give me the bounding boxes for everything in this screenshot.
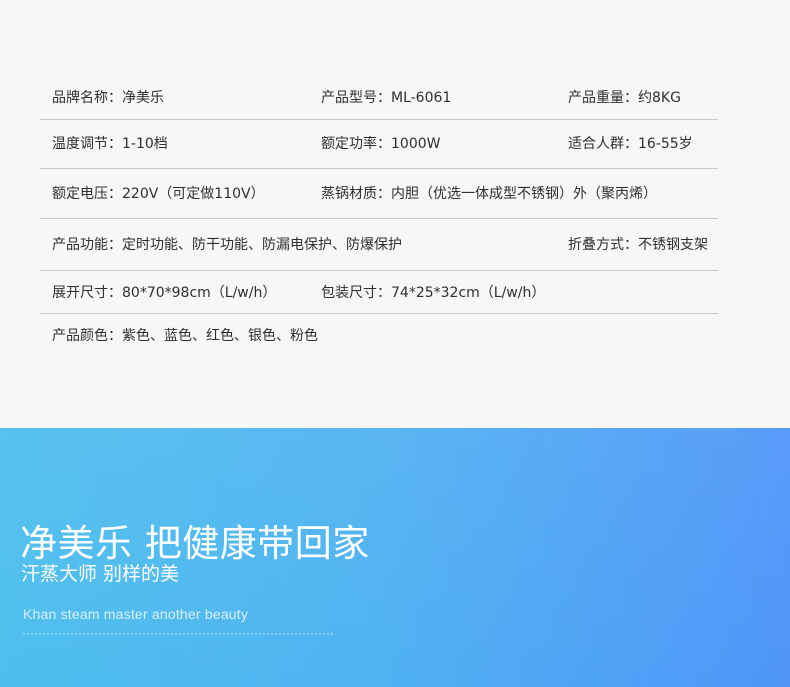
- audience-spec: 适合人群：16-55岁: [568, 136, 693, 152]
- folding-spec: 折叠方式：不锈钢支架: [568, 237, 708, 253]
- product-specifications: 品牌名称：净美乐 产品型号：ML-6061 产品重量：约8KG 温度调节：1-1…: [0, 0, 790, 428]
- voltage-spec: 额定电压：220V（可定做110V）: [52, 186, 265, 202]
- spec-divider: [40, 313, 718, 314]
- banner-subtitle: 汗蒸大师 别样的美: [21, 563, 180, 585]
- spec-row-colors: 产品颜色：紫色、蓝色、红色、银色、粉色: [0, 326, 790, 346]
- promotional-banner: 净美乐 把健康带回家 汗蒸大师 别样的美 Khan steam master a…: [0, 428, 790, 687]
- functions-spec: 产品功能：定时功能、防干功能、防漏电保护、防爆保护: [52, 237, 402, 253]
- brand-spec: 品牌名称：净美乐: [52, 90, 164, 106]
- power-spec: 额定功率：1000W: [321, 136, 441, 152]
- banner-english-tagline: Khan steam master another beauty: [23, 606, 249, 622]
- spec-row-functions-folding: 产品功能：定时功能、防干功能、防漏电保护、防爆保护 折叠方式：不锈钢支架: [0, 235, 790, 255]
- weight-spec: 产品重量：约8KG: [568, 90, 681, 106]
- spec-row-sizes: 展开尺寸：80*70*98cm（L/w/h） 包装尺寸：74*25*32cm（L…: [0, 283, 790, 303]
- colors-spec: 产品颜色：紫色、蓝色、红色、银色、粉色: [52, 328, 318, 344]
- unfolded-size-spec: 展开尺寸：80*70*98cm（L/w/h）: [52, 285, 277, 301]
- spec-row-brand-model-weight: 品牌名称：净美乐 产品型号：ML-6061 产品重量：约8KG: [0, 88, 790, 108]
- banner-title: 净美乐 把健康带回家: [20, 522, 370, 565]
- spec-row-voltage-material: 额定电压：220V（可定做110V） 蒸锅材质：内胆（优选一体成型不锈钢）外（聚…: [0, 184, 790, 204]
- model-spec: 产品型号：ML-6061: [321, 90, 452, 106]
- spec-divider: [40, 218, 718, 219]
- temperature-spec: 温度调节：1-10档: [52, 136, 168, 152]
- package-size-spec: 包装尺寸：74*25*32cm（L/w/h）: [321, 285, 546, 301]
- material-spec: 蒸锅材质：内胆（优选一体成型不锈钢）外（聚丙烯）: [321, 186, 657, 202]
- spec-divider: [40, 270, 718, 271]
- spec-divider: [40, 119, 718, 120]
- spec-row-temperature-power-audience: 温度调节：1-10档 额定功率：1000W 适合人群：16-55岁: [0, 134, 790, 154]
- spec-divider: [40, 168, 718, 169]
- decorative-line: [23, 633, 333, 635]
